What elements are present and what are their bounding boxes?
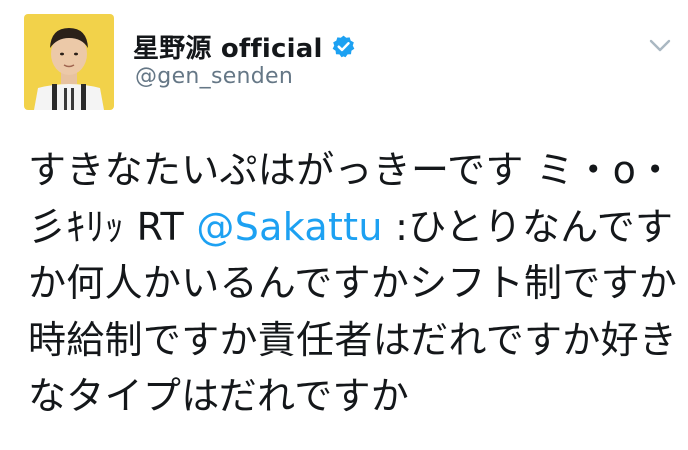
display-name[interactable]: 星野源 official [133,28,323,65]
display-name-row: 星野源 official [133,28,356,65]
tweet-card: 星野源 official @gen_senden すきなたいぷはがっきーです ミ… [0,0,688,450]
mention-link[interactable]: @Sakattu [196,205,382,249]
user-handle[interactable]: @gen_senden [135,64,293,89]
chevron-down-icon[interactable] [648,36,672,56]
verified-badge-icon [331,34,356,59]
tweet-text: すきなたいぷはがっきーです ミ・ο・彡ｷﾘｯ RT @Sakattu :ひとりな… [28,142,678,425]
avatar[interactable] [24,14,114,110]
